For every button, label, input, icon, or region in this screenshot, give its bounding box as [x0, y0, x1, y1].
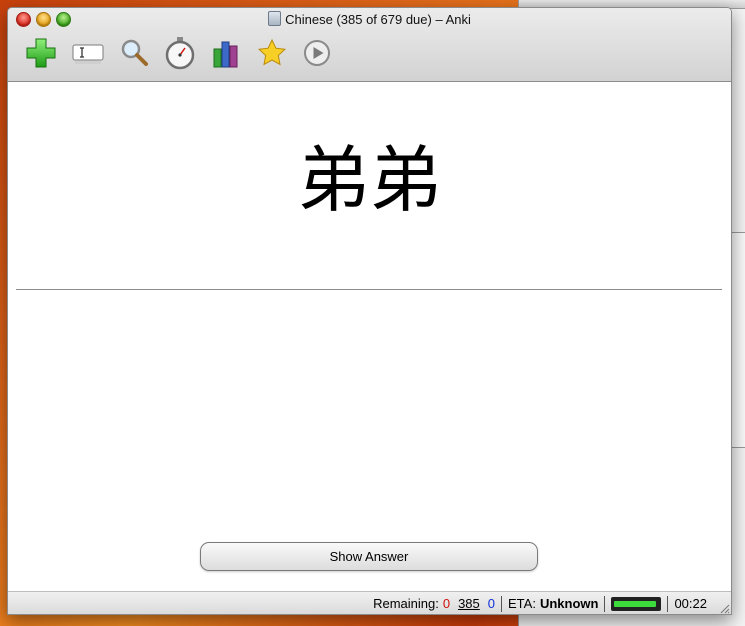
bar-chart-icon — [213, 41, 238, 68]
graphs-button[interactable] — [209, 36, 243, 70]
learning-count: 0 — [487, 596, 496, 611]
document-icon — [268, 11, 282, 26]
status-separator — [667, 595, 669, 612]
card-question: 弟弟 — [297, 138, 442, 222]
edit-button[interactable] — [71, 36, 105, 70]
window-toolbar: Chinese (385 of 679 due) – Anki — [8, 8, 731, 82]
session-timer: 00:22 — [674, 596, 707, 611]
text-field-icon — [72, 44, 104, 64]
question-answer-divider — [16, 289, 722, 290]
anki-main-window: Chinese (385 of 679 due) – Anki 弟弟 Show … — [7, 7, 732, 615]
eta-label: ETA: — [508, 596, 536, 611]
eta-value: Unknown — [539, 596, 599, 611]
progress-bar-fill — [614, 600, 657, 607]
status-separator — [501, 595, 503, 612]
review-count: 385 — [458, 596, 480, 611]
window-title-bar: Chinese (385 of 679 due) – Anki — [8, 11, 731, 28]
show-answer-button[interactable]: Show Answer — [200, 542, 538, 571]
plus-icon — [26, 38, 56, 68]
progress-bar — [611, 596, 662, 611]
new-count: 0 — [442, 596, 451, 611]
status-bar: Remaining: 0 385 0 ETA: Unknown 00:22 — [8, 591, 731, 614]
add-button[interactable] — [24, 36, 58, 70]
resize-grip-icon[interactable] — [718, 602, 730, 614]
timer-button[interactable] — [163, 36, 197, 70]
window-title: Chinese (385 of 679 due) – Anki — [285, 12, 471, 27]
status-separator — [604, 595, 606, 612]
play-icon — [304, 40, 330, 66]
remaining-label: Remaining: — [373, 596, 439, 611]
play-button[interactable] — [300, 36, 334, 70]
search-button[interactable] — [117, 36, 151, 70]
stopwatch-icon — [165, 37, 195, 70]
mark-button[interactable] — [255, 36, 289, 70]
star-icon — [257, 38, 287, 66]
magnifier-icon — [121, 39, 148, 66]
